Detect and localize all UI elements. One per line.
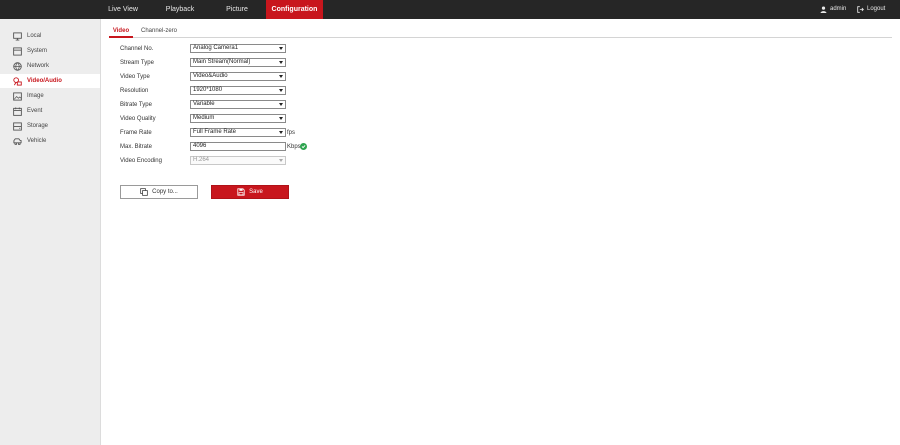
row-resolution: Resolution 1920*1080 — [120, 86, 420, 96]
config-tabs: Video Channel-zero — [109, 25, 892, 38]
video-encoding-value: H.264 — [193, 157, 210, 163]
globe-icon — [13, 61, 22, 71]
sidebar-item-label: Vehicle — [27, 138, 47, 144]
user-menu[interactable]: admin — [820, 0, 846, 19]
calendar-icon — [13, 106, 22, 116]
resolution-value: 1920*1080 — [193, 87, 223, 93]
resolution-select[interactable]: 1920*1080 — [190, 86, 286, 95]
logout-label: Logout — [867, 6, 886, 12]
copy-icon — [140, 188, 148, 196]
video-encoding-label: Video Encoding — [120, 158, 162, 164]
sidebar-item-label: Event — [27, 108, 43, 114]
channel-no-label: Channel No. — [120, 46, 154, 52]
sidebar-item-label: System — [27, 48, 48, 54]
bitrate-type-value: Variable — [193, 101, 215, 107]
video-audio-icon — [13, 76, 22, 86]
sidebar-item-system[interactable]: System — [0, 44, 100, 58]
copy-to-button[interactable]: Copy to... — [120, 185, 198, 199]
sidebar-item-label: Storage — [27, 123, 49, 129]
save-label: Save — [249, 189, 263, 195]
channel-no-value: Analog Camera1 — [193, 45, 239, 51]
resolution-label: Resolution — [120, 88, 149, 94]
bitrate-type-label: Bitrate Type — [120, 102, 152, 108]
nav-configuration[interactable]: Configuration — [266, 0, 323, 19]
frame-rate-value: Full Frame Rate — [193, 129, 237, 135]
row-video-type: Video Type Video&Audio — [120, 72, 420, 82]
chevron-down-icon — [279, 159, 283, 162]
row-stream-type: Stream Type Main Stream(Normal) — [120, 58, 420, 68]
row-frame-rate: Frame Rate Full Frame Rate fps — [120, 128, 420, 138]
max-bitrate-input[interactable]: 4096 — [190, 142, 286, 151]
username: admin — [830, 6, 847, 12]
top-nav-bar: Live View Playback Picture Configuration… — [0, 0, 900, 19]
chevron-down-icon — [279, 61, 283, 64]
sidebar-item-label: Local — [27, 33, 42, 39]
row-video-encoding: Video Encoding H.264 — [120, 156, 420, 166]
video-type-select[interactable]: Video&Audio — [190, 72, 286, 81]
video-quality-label: Video Quality — [120, 116, 156, 122]
row-channel-no: Channel No. Analog Camera1 — [120, 44, 420, 54]
check-icon — [300, 143, 307, 150]
tab-video[interactable]: Video — [109, 25, 133, 38]
chevron-down-icon — [279, 47, 283, 50]
sidebar-item-label: Image — [27, 93, 44, 99]
sidebar-item-storage[interactable]: Storage — [0, 119, 100, 133]
chevron-down-icon — [279, 75, 283, 78]
sidebar-item-image[interactable]: Image — [0, 89, 100, 103]
save-icon — [237, 188, 245, 196]
system-icon — [13, 46, 22, 56]
sidebar-item-video-audio[interactable]: Video/Audio — [0, 74, 100, 88]
video-quality-value: Medium — [193, 115, 215, 121]
video-quality-select[interactable]: Medium — [190, 114, 286, 123]
sidebar-item-vehicle[interactable]: Vehicle — [0, 134, 100, 148]
video-type-value: Video&Audio — [193, 73, 228, 79]
user-icon — [820, 6, 827, 13]
nav-picture[interactable]: Picture — [215, 0, 259, 19]
chevron-down-icon — [279, 103, 283, 106]
stream-type-select[interactable]: Main Stream(Normal) — [190, 58, 286, 67]
chevron-down-icon — [279, 117, 283, 120]
sidebar-item-local[interactable]: Local — [0, 29, 100, 43]
logout-icon — [857, 6, 864, 13]
max-bitrate-unit: Kbps — [287, 144, 301, 150]
channel-no-select[interactable]: Analog Camera1 — [190, 44, 286, 53]
row-bitrate-type: Bitrate Type Variable — [120, 100, 420, 110]
logout-link[interactable]: Logout — [857, 0, 885, 19]
max-bitrate-label: Max. Bitrate — [120, 144, 153, 150]
video-encoding-select: H.264 — [190, 156, 286, 165]
video-type-label: Video Type — [120, 74, 150, 80]
tab-channel-zero[interactable]: Channel-zero — [139, 25, 179, 38]
sidebar-item-event[interactable]: Event — [0, 104, 100, 118]
save-button[interactable]: Save — [211, 185, 289, 199]
bitrate-type-select[interactable]: Variable — [190, 100, 286, 109]
row-max-bitrate: Max. Bitrate 4096 Kbps — [120, 142, 420, 152]
sidebar: Local System Network Video/Audio Image E… — [0, 19, 101, 445]
stream-type-value: Main Stream(Normal) — [193, 59, 251, 65]
sidebar-item-label: Network — [27, 63, 50, 69]
chevron-down-icon — [279, 131, 283, 134]
monitor-icon — [13, 31, 22, 41]
copy-to-label: Copy to... — [152, 189, 178, 195]
sidebar-item-label: Video/Audio — [27, 78, 62, 84]
frame-rate-label: Frame Rate — [120, 130, 152, 136]
image-icon — [13, 91, 22, 101]
storage-icon — [13, 121, 22, 131]
nav-playback[interactable]: Playback — [156, 0, 204, 19]
chevron-down-icon — [279, 89, 283, 92]
frame-rate-unit: fps — [287, 130, 296, 136]
frame-rate-select[interactable]: Full Frame Rate — [190, 128, 286, 137]
vehicle-icon — [13, 137, 22, 146]
nav-live-view[interactable]: Live View — [100, 0, 146, 19]
sidebar-item-network[interactable]: Network — [0, 59, 100, 73]
row-video-quality: Video Quality Medium — [120, 114, 420, 124]
stream-type-label: Stream Type — [120, 60, 154, 66]
